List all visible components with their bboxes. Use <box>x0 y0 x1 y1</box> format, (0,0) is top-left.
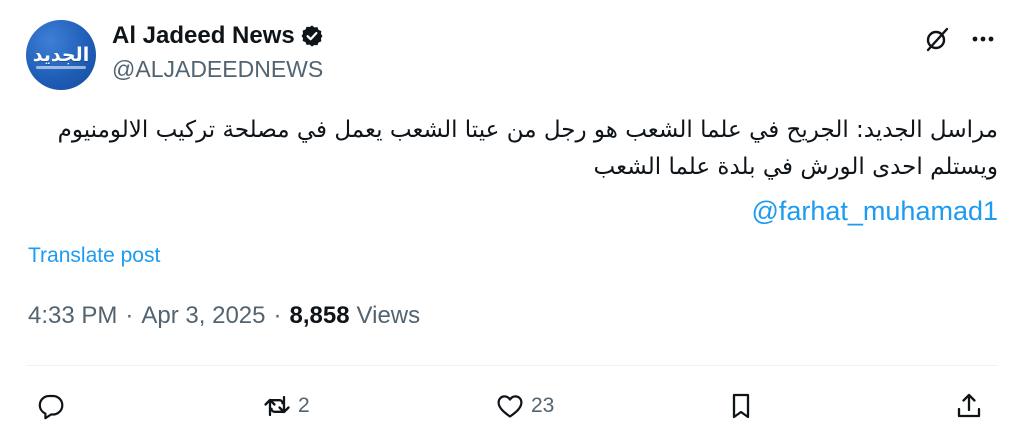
bookmark-button[interactable] <box>726 388 756 424</box>
name-row: Al Jadeed News <box>112 22 324 50</box>
mention-link[interactable]: @farhat_muhamad1 <box>751 196 998 227</box>
verified-badge-icon <box>300 24 324 48</box>
more-dots-icon <box>972 36 994 42</box>
tweet-text: مراسل الجديد: الجريح في علما الشعب هو رج… <box>57 117 998 180</box>
display-name[interactable]: Al Jadeed News <box>112 22 295 50</box>
share-icon <box>957 393 981 418</box>
meta-separator: · <box>273 302 282 329</box>
repost-count: 2 <box>298 394 310 417</box>
views-count: 8,858 <box>289 302 350 329</box>
more-options-button[interactable] <box>968 24 998 54</box>
reply-button[interactable] <box>36 388 72 424</box>
meta-separator: · <box>125 302 134 329</box>
grok-button[interactable] <box>922 24 952 54</box>
repost-button[interactable]: 2 <box>262 388 310 424</box>
translate-post-link[interactable]: Translate post <box>28 244 160 268</box>
like-count: 23 <box>531 394 555 417</box>
divider <box>26 365 998 366</box>
grok-slash-icon <box>926 27 949 52</box>
heart-icon <box>497 395 523 418</box>
post-time[interactable]: 4:33 PM <box>28 302 117 330</box>
share-button[interactable] <box>954 388 984 424</box>
views-label: Views <box>356 302 421 329</box>
avatar-logo-text: الجديد <box>32 44 90 66</box>
like-button[interactable]: 23 <box>495 388 554 424</box>
reply-icon <box>38 394 64 420</box>
repost-icon <box>264 395 290 417</box>
account-handle[interactable]: @ALJADEEDNEWS <box>112 56 323 83</box>
bookmark-icon <box>732 393 750 419</box>
post-date[interactable]: Apr 3, 2025 <box>141 302 265 330</box>
avatar[interactable]: الجديد <box>26 20 96 90</box>
tweet-meta: 4:33 PM · Apr 3, 2025 · 8,858 Views <box>28 302 420 330</box>
avatar-logo-stripe <box>36 66 86 69</box>
